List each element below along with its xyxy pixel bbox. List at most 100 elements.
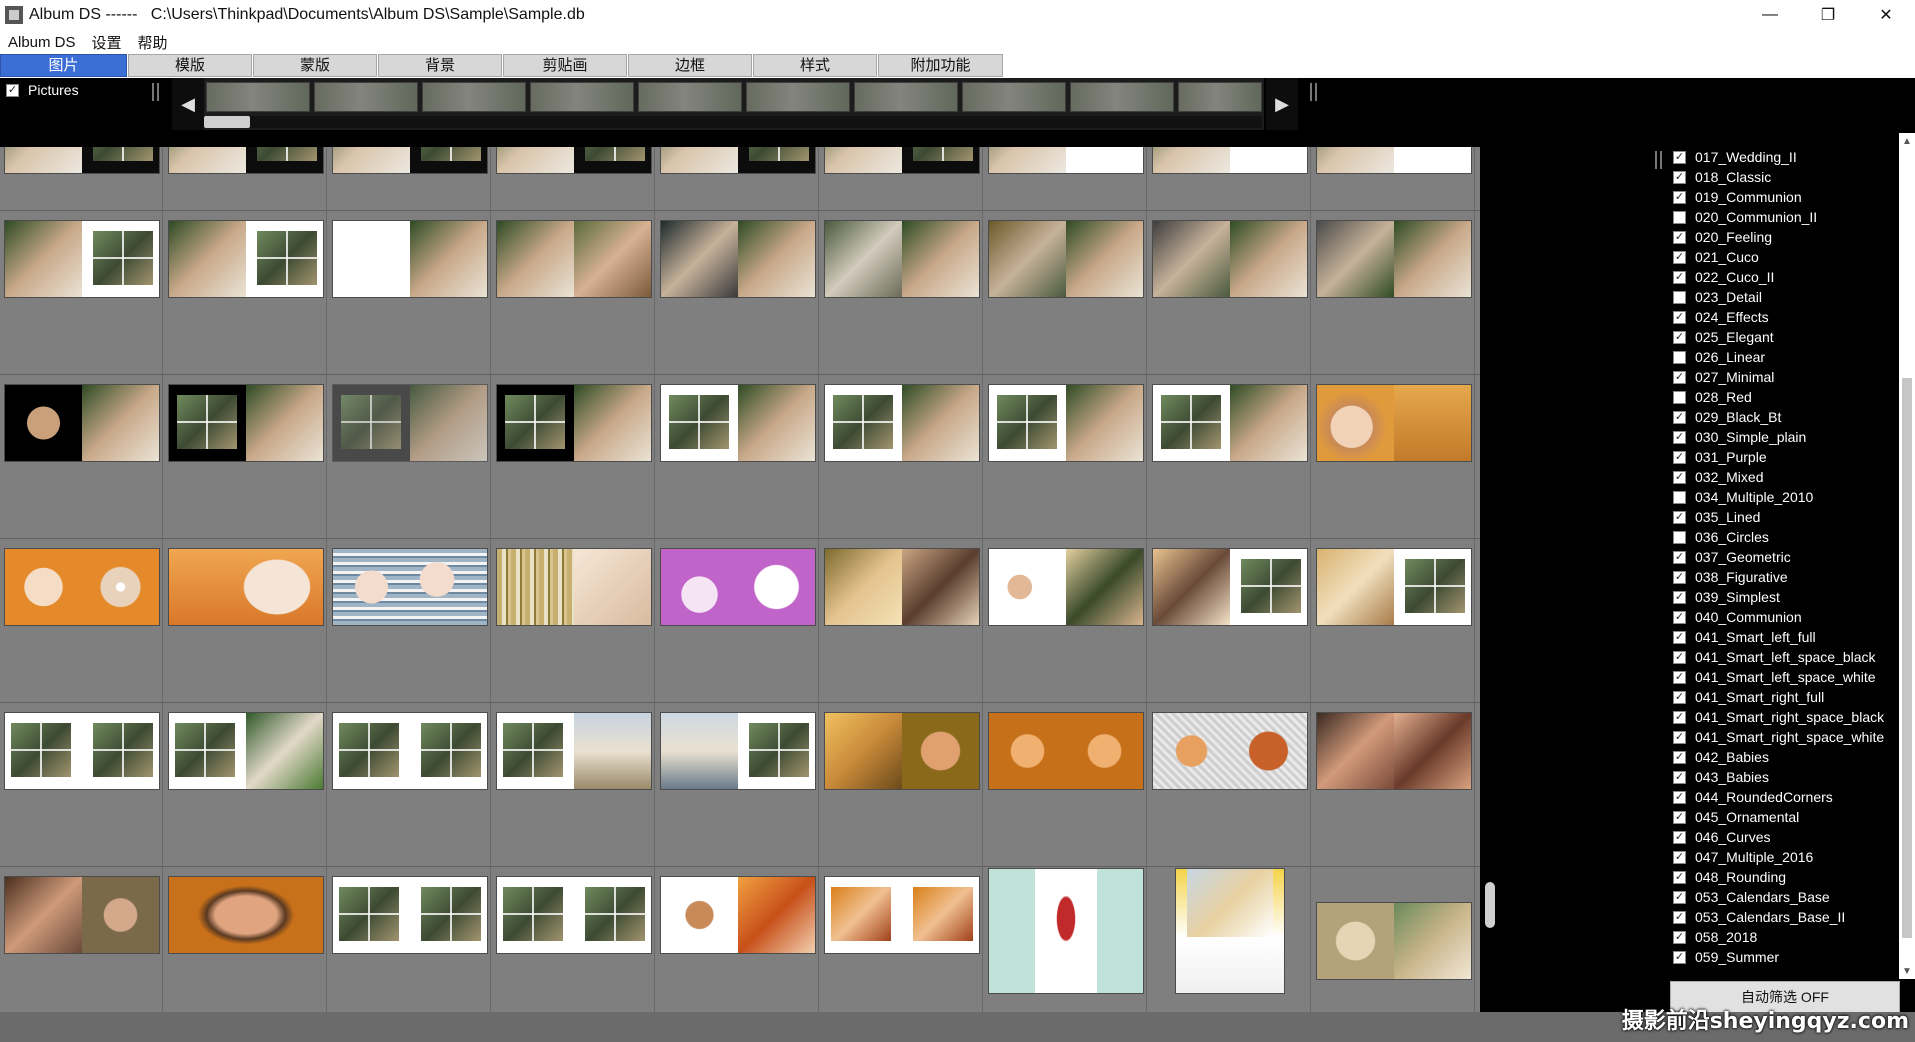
template-cell[interactable] [164,703,327,867]
strip-thumbnail[interactable] [314,82,418,112]
template-cell[interactable] [984,147,1147,211]
template-cell[interactable] [164,867,327,1012]
template-thumbnail[interactable] [989,221,1143,297]
template-checkbox[interactable] [1673,350,1686,364]
template-cell[interactable] [1148,539,1311,703]
scroll-up-icon[interactable]: ▲ [1899,133,1915,149]
template-thumbnail[interactable] [5,549,159,625]
template-cell[interactable] [656,539,819,703]
template-thumbnail[interactable] [825,713,979,789]
template-thumbnail[interactable] [661,385,815,461]
tab-pictures[interactable]: 图片 [0,54,127,77]
tab-clipart[interactable]: 剪贴画 [503,54,627,77]
template-thumbnail[interactable] [825,147,979,173]
template-checkbox[interactable]: ✓ [1673,730,1686,744]
template-list-item[interactable]: ✓ 058_2018 [1670,927,1900,947]
strip-thumbnail[interactable] [206,82,310,112]
template-checkbox[interactable]: ✓ [1673,230,1686,244]
template-list-item[interactable]: 034_Multiple_2010 [1670,487,1900,507]
template-checkbox[interactable]: ✓ [1673,430,1686,444]
template-checkbox[interactable]: ✓ [1673,590,1686,604]
template-checkbox[interactable]: ✓ [1673,650,1686,664]
template-cell[interactable] [0,375,163,539]
splitter-grip-icon[interactable] [1655,151,1662,169]
template-checkbox[interactable]: ✓ [1673,190,1686,204]
template-thumbnail[interactable] [497,221,651,297]
template-thumbnail[interactable] [1176,869,1284,993]
template-thumbnail[interactable] [497,713,651,789]
template-thumbnail[interactable] [1317,903,1471,979]
template-thumbnail[interactable] [333,147,487,173]
template-checkbox[interactable]: ✓ [1673,710,1686,724]
template-thumbnail[interactable] [497,877,651,953]
template-cell[interactable] [0,147,163,211]
template-cell[interactable] [328,703,491,867]
template-thumbnail[interactable] [661,877,815,953]
template-cell[interactable] [0,703,163,867]
template-thumbnail[interactable] [661,713,815,789]
template-cell[interactable] [164,211,327,375]
template-list-item[interactable]: ✓ 038_Figurative [1670,567,1900,587]
template-cell[interactable] [1148,375,1311,539]
template-checkbox[interactable]: ✓ [1673,950,1686,964]
minimize-button[interactable]: — [1741,0,1799,30]
strip-right-arrow-icon[interactable]: ▶ [1266,78,1298,130]
template-cell[interactable] [164,147,327,211]
tab-styles[interactable]: 样式 [753,54,877,77]
template-list-item[interactable]: ✓ 030_Simple_plain [1670,427,1900,447]
template-cell[interactable] [1312,375,1475,539]
template-list-item[interactable]: ✓ 019_Communion [1670,187,1900,207]
template-list-item[interactable]: 028_Red [1670,387,1900,407]
template-cell[interactable] [820,703,983,867]
template-cell[interactable] [0,211,163,375]
strip-thumbnail[interactable] [962,82,1066,112]
template-thumbnail[interactable] [333,221,487,297]
template-list-item[interactable]: ✓ 024_Effects [1670,307,1900,327]
template-list-scrollbar[interactable]: ▲ ▼ [1899,133,1915,979]
template-thumbnail[interactable] [989,385,1143,461]
template-thumbnail[interactable] [1317,147,1471,173]
template-cell[interactable] [656,703,819,867]
template-list-item[interactable]: ✓ 043_Babies [1670,767,1900,787]
template-thumbnail[interactable] [989,549,1143,625]
template-list-item[interactable]: ✓ 041_Smart_right_full [1670,687,1900,707]
pictures-checkbox-row[interactable]: ✓ Pictures [6,82,79,98]
template-cell[interactable] [1312,147,1475,211]
template-thumbnail[interactable] [661,221,815,297]
template-thumbnail[interactable] [1317,385,1471,461]
template-thumbnail[interactable] [1317,221,1471,297]
template-cell[interactable] [984,703,1147,867]
template-cell[interactable] [984,539,1147,703]
scroll-down-icon[interactable]: ▼ [1899,963,1915,979]
template-checkbox[interactable]: ✓ [1673,150,1686,164]
menu-help[interactable]: 帮助 [130,32,176,53]
template-cell[interactable] [328,211,491,375]
template-checkbox[interactable]: ✓ [1673,510,1686,524]
template-list-item[interactable]: ✓ 017_Wedding_II [1670,147,1900,167]
template-checkbox[interactable]: ✓ [1673,930,1686,944]
template-checkbox[interactable]: ✓ [1673,450,1686,464]
template-thumbnail[interactable] [169,147,323,173]
template-list-item[interactable]: ✓ 035_Lined [1670,507,1900,527]
template-cell[interactable] [0,867,163,1012]
template-checkbox[interactable]: ✓ [1673,830,1686,844]
template-cell[interactable] [1312,703,1475,867]
template-thumbnail[interactable] [169,549,323,625]
strip-thumbnail[interactable] [1070,82,1174,112]
template-thumbnail[interactable] [825,549,979,625]
template-checkbox[interactable] [1673,530,1686,544]
template-thumbnail[interactable] [5,713,159,789]
template-cell[interactable] [820,375,983,539]
template-checkbox[interactable] [1673,390,1686,404]
strip-thumbnail[interactable] [638,82,742,112]
grid-scrollbar[interactable] [1482,147,1511,1012]
template-list-item[interactable]: ✓ 039_Simplest [1670,587,1900,607]
template-thumbnail[interactable] [5,221,159,297]
template-list-item[interactable]: ✓ 040_Communion [1670,607,1900,627]
template-list-item[interactable]: ✓ 041_Smart_left_space_black [1670,647,1900,667]
template-thumbnail[interactable] [1317,549,1471,625]
template-checkbox[interactable]: ✓ [1673,630,1686,644]
template-cell[interactable] [820,147,983,211]
template-thumbnail[interactable] [169,877,323,953]
template-checkbox[interactable] [1673,490,1686,504]
